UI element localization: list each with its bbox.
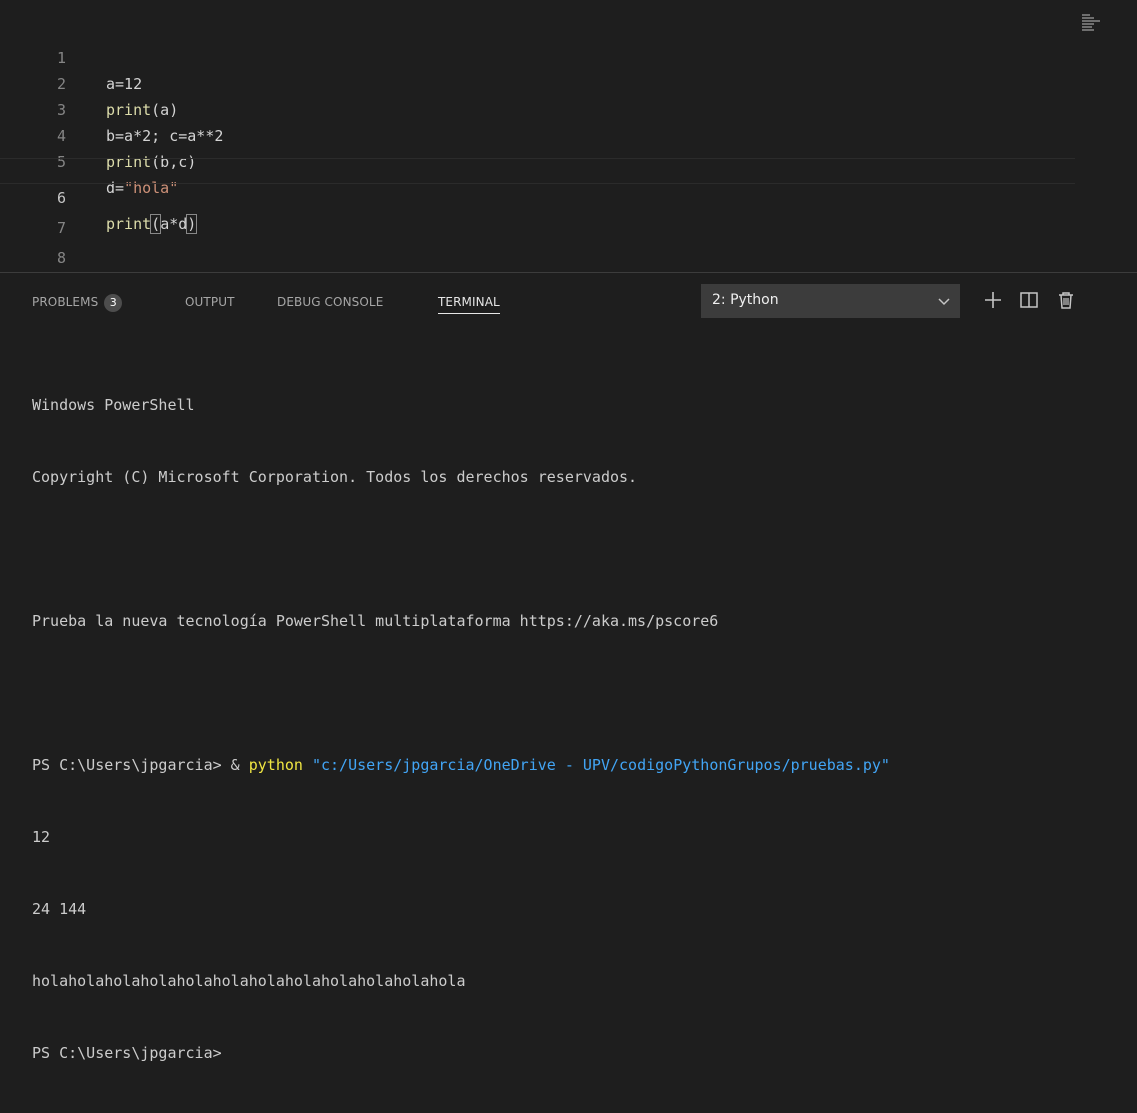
minimap[interactable] (1082, 14, 1122, 34)
code-line[interactable]: 5 d="hola" (0, 123, 1075, 197)
bottom-panel: PROBLEMS 3 OUTPUT DEBUG CONSOLE TERMINAL … (0, 272, 1137, 1062)
terminal-prompt: PS C:\Users\jpgarcia> & (32, 756, 249, 774)
code-line[interactable]: 3 b=a*2; c=a**2 (0, 71, 1075, 145)
panel-tabs: PROBLEMS 3 OUTPUT DEBUG CONSOLE TERMINAL (0, 273, 700, 328)
terminal-path-string: "c:/Users/jpgarcia/OneDrive - UPV/codigo… (311, 756, 890, 774)
code-line[interactable]: 8 (0, 219, 1075, 267)
code-line[interactable]: 2 print(a) (0, 45, 1075, 119)
terminal-line: Windows PowerShell (32, 396, 195, 414)
chevron-down-icon (938, 298, 950, 306)
terminal-select[interactable]: 2: Python (701, 284, 960, 318)
terminal-output[interactable]: Windows PowerShell Copyright (C) Microso… (32, 345, 1122, 1113)
terminal-command-line: PS C:\Users\jpgarcia> & python "c:/Users… (32, 753, 1122, 777)
split-terminal-icon[interactable] (1017, 288, 1041, 312)
problems-count-badge: 3 (104, 293, 123, 312)
terminal-line: 12 (32, 828, 51, 846)
code-line[interactable]: 4 print(b,c) (0, 97, 1075, 171)
code-line[interactable]: 1 a=12 (0, 19, 1075, 93)
code-line[interactable]: 7 (0, 189, 1075, 237)
tab-output[interactable]: OUTPUT (185, 291, 235, 313)
trash-icon[interactable] (1054, 288, 1078, 312)
terminal-line: Prueba la nueva tecnología PowerShell mu… (32, 612, 719, 630)
code-editor[interactable]: 1 a=12 2 print(a) 3 b=a*2; c=a**2 4 prin… (0, 0, 1137, 272)
line-number: 8 (56, 249, 66, 267)
vscode-window: 1 a=12 2 print(a) 3 b=a*2; c=a**2 4 prin… (0, 0, 1137, 1062)
terminal-line: Copyright (C) Microsoft Corporation. Tod… (32, 468, 638, 486)
plus-icon[interactable] (981, 288, 1005, 312)
tab-terminal[interactable]: TERMINAL (438, 291, 500, 314)
terminal-line: 24 144 (32, 900, 87, 918)
tab-problems-label: PROBLEMS (32, 295, 99, 309)
terminal-line: holaholaholaholaholaholaholaholaholahola… (32, 972, 466, 990)
terminal-prompt-line: PS C:\Users\jpgarcia> (32, 1044, 222, 1062)
terminal-select-value: 2: Python (712, 292, 779, 308)
code-line-current[interactable]: 6 print(a*d) (0, 158, 1075, 234)
tab-problems[interactable]: PROBLEMS 3 (32, 291, 123, 313)
tab-debug-console[interactable]: DEBUG CONSOLE (277, 291, 383, 313)
terminal-command: python (248, 756, 303, 774)
